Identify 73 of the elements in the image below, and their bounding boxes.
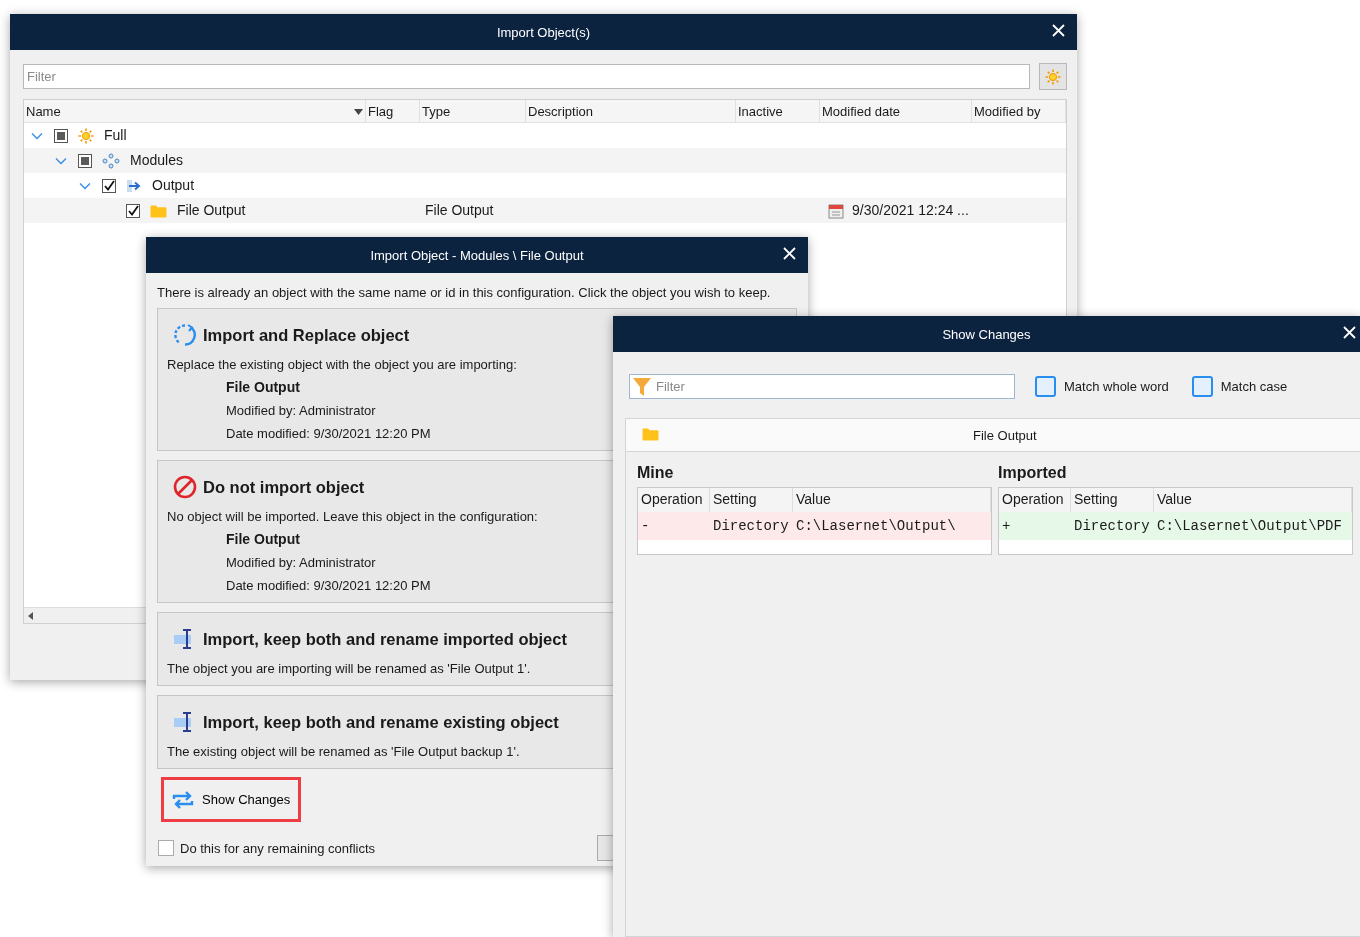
checkbox[interactable] (126, 203, 140, 218)
date-modified-text: Date modified: 9/30/2021 12:20 PM (226, 425, 431, 442)
checkbox[interactable] (102, 178, 116, 193)
table-cell-text: Directory (712, 517, 790, 535)
refresh-icon (173, 323, 197, 347)
column-header[interactable]: Flag (366, 100, 420, 123)
prohibited-icon (173, 475, 197, 499)
checkbox[interactable] (54, 128, 68, 143)
pane-heading: Imported (998, 464, 1068, 481)
checkbox[interactable] (78, 153, 92, 168)
option-description: Replace the existing object with the object you are importing: (167, 356, 517, 373)
close-icon (1343, 326, 1356, 339)
modified-by-text: Modified by: Administrator (226, 554, 376, 571)
tree-item-label[interactable]: Modules (130, 152, 183, 169)
show-changes-button[interactable]: Show Changes (161, 777, 302, 822)
close-button[interactable] (1052, 24, 1065, 37)
checkbox[interactable] (1035, 376, 1056, 397)
table-cell-text: - (640, 517, 651, 535)
table-cell-text: C:\Lasernet\Output\ (795, 517, 957, 535)
window-title: Import Object - Modules \ File Output (370, 246, 584, 264)
window-title: Show Changes (942, 325, 1031, 343)
close-icon (783, 247, 796, 260)
column-header[interactable]: Modified by (972, 100, 1066, 123)
option-description: No object will be imported. Leave this object in the configuration: (167, 508, 538, 525)
folder-icon (150, 203, 167, 218)
sun-icon (1045, 68, 1061, 85)
nodes-icon (102, 152, 120, 169)
sun-icon (78, 127, 94, 144)
option-description: The object you are importing will be renamed as 'File Output 1'. (167, 660, 531, 677)
filter-field[interactable]: Filter (23, 64, 1030, 89)
option-title: Import and Replace object (203, 326, 410, 344)
column-header[interactable]: Description (526, 100, 736, 123)
tree-item-label[interactable]: Output (152, 177, 195, 194)
table-cell: 9/30/2021 12:24 ... (852, 202, 969, 219)
check-icon (127, 205, 139, 216)
intro-text: There is already an object with the same name or id in this configuration. Click the object you wish to keep. (157, 284, 771, 301)
date-modified-text: Date modified: 9/30/2021 12:20 PM (226, 577, 431, 594)
option-title: Import, keep both and rename imported object (203, 630, 567, 648)
checkbox-label: Match case (1220, 378, 1288, 395)
calendar-icon (828, 202, 844, 219)
window-title: Import Object(s) (496, 23, 591, 41)
filter-field[interactable]: Filter (629, 374, 1015, 399)
modified-by-text: Modified by: Administrator (226, 402, 376, 419)
tree-item-label[interactable]: Full (104, 127, 127, 144)
tree-item-label[interactable]: File Output (177, 202, 246, 219)
object-name: File Output (226, 379, 300, 396)
close-button[interactable] (1343, 326, 1356, 339)
table-cell: File Output (425, 202, 494, 218)
object-name: File Output (973, 426, 1037, 444)
column-header[interactable]: Name (24, 100, 366, 123)
close-button[interactable] (783, 247, 796, 260)
option-description: The existing object will be renamed as 'File Output backup 1'. (167, 743, 520, 760)
option-title: Import, keep both and rename existing object (203, 713, 559, 731)
checkbox-label: Match whole word (1064, 378, 1169, 395)
checkbox-label: Do this for any remaining conflicts (180, 839, 376, 857)
pane-heading: Mine (637, 464, 675, 481)
column-header[interactable]: Type (420, 100, 526, 123)
funnel-icon (633, 377, 651, 397)
checkbox[interactable] (1191, 376, 1213, 397)
check-icon (103, 180, 115, 191)
column-header[interactable]: Inactive (736, 100, 820, 123)
close-icon (1052, 24, 1065, 37)
checkbox[interactable] (158, 840, 174, 856)
folder-icon (642, 427, 659, 441)
column-header[interactable]: Modified date (820, 100, 972, 123)
table-cell-text: C:\Lasernet\Output\PDF (1156, 517, 1343, 535)
sort-icon (354, 108, 363, 115)
table-cell-text: Directory (1073, 517, 1151, 535)
swap-arrows-icon (172, 789, 194, 810)
object-name: File Output (226, 531, 300, 548)
option-title: Do not import object (203, 478, 365, 496)
table-cell-text: + (1001, 517, 1012, 535)
arrow-right-icon (126, 177, 142, 194)
